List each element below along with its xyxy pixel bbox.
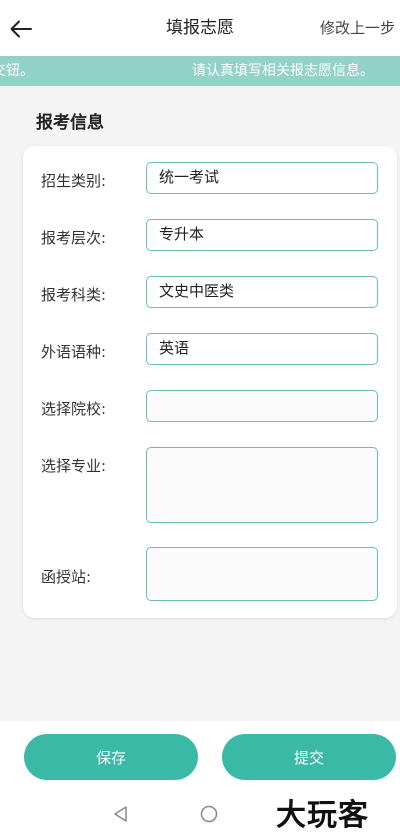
section-title: 报考信息 — [36, 113, 104, 133]
top-bar: 填报志愿 修改上一步 — [0, 0, 400, 56]
language-label: 外语语种: — [41, 343, 107, 361]
subject-label: 报考科类: — [41, 286, 107, 304]
major-select[interactable] — [146, 447, 378, 523]
station-select[interactable] — [146, 547, 378, 601]
category-label: 招生类别: — [41, 172, 107, 190]
category-select[interactable]: 统一考试 — [146, 162, 378, 194]
modify-previous-step-link[interactable]: 修改上一步 — [320, 0, 395, 56]
level-label: 报考层次: — [41, 229, 107, 247]
circle-home-icon[interactable] — [200, 805, 218, 827]
language-select[interactable]: 英语 — [146, 333, 378, 365]
save-button[interactable]: 保存 — [24, 734, 198, 780]
school-label: 选择院校: — [41, 400, 107, 418]
submit-button[interactable]: 提交 — [222, 734, 396, 780]
school-select[interactable] — [146, 390, 378, 422]
subject-select[interactable]: 文史中医类 — [146, 276, 378, 308]
major-label: 选择专业: — [41, 457, 107, 475]
notice-text-tail: 交钮。 — [0, 63, 34, 79]
notice-marquee: 交钮。 请认真填写相关报志愿信息。 — [0, 56, 400, 86]
triangle-back-icon[interactable] — [112, 805, 130, 827]
level-select[interactable]: 专升本 — [146, 219, 378, 251]
station-label: 函授站: — [41, 568, 92, 586]
notice-text: 请认真填写相关报志愿信息。 — [192, 63, 374, 79]
watermark-logo: 大玩客 — [276, 798, 369, 833]
